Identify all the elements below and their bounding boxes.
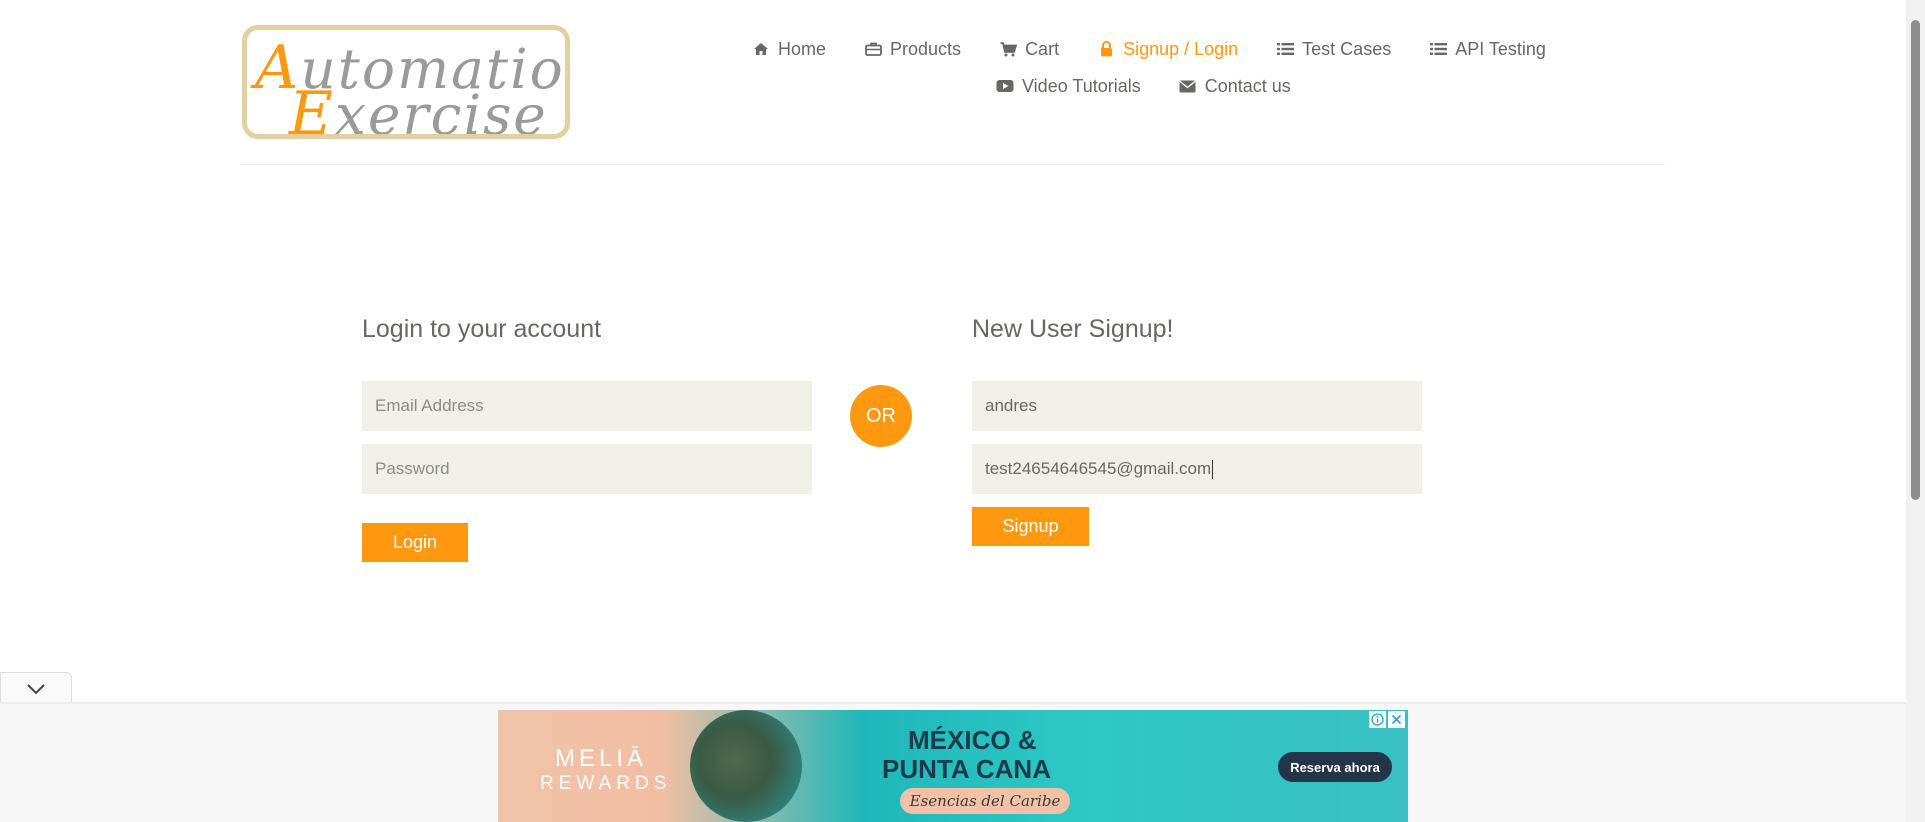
cart-icon <box>999 40 1017 58</box>
ad-close-button[interactable] <box>1388 711 1405 728</box>
secondary-nav: Video Tutorials Contact us <box>996 73 1291 99</box>
login-email-placeholder: Email Address <box>375 396 484 415</box>
ad-tagline: Esencias del Caribe <box>900 788 1070 814</box>
ad-collapse-toggle[interactable] <box>0 672 72 704</box>
briefcase-icon <box>864 40 882 58</box>
nav-contact-us[interactable]: Contact us <box>1179 73 1291 99</box>
ad-headline-1: MÉXICO & <box>908 725 1037 755</box>
or-separator: OR <box>850 385 912 447</box>
logo-line-2: Exercise <box>289 79 548 139</box>
signup-name-input[interactable]: andres <box>972 381 1422 431</box>
nav-signup-login-label: Signup / Login <box>1123 38 1239 59</box>
nav-test-cases-label: Test Cases <box>1302 38 1392 59</box>
signup-email-input[interactable]: test24654646545@gmail.com <box>972 444 1422 494</box>
lock-icon <box>1097 40 1115 58</box>
info-icon <box>1371 713 1384 726</box>
site-logo[interactable]: Automation Exercise <box>242 25 570 139</box>
nav-api-testing[interactable]: API Testing <box>1429 36 1546 62</box>
login-password-input[interactable]: Password <box>362 444 812 494</box>
nav-cart[interactable]: Cart <box>999 36 1059 62</box>
ad-photo <box>690 710 802 822</box>
envelope-icon <box>1179 77 1197 95</box>
signup-button[interactable]: Signup <box>972 507 1089 546</box>
nav-products[interactable]: Products <box>864 36 961 62</box>
login-password-placeholder: Password <box>375 459 450 478</box>
signup-name-value: andres <box>985 396 1037 415</box>
nav-products-label: Products <box>890 38 962 59</box>
nav-video-tutorials-label: Video Tutorials <box>1022 75 1141 96</box>
list-icon <box>1276 40 1294 58</box>
main-nav: Home Products Cart Signup / Login Test C… <box>752 36 1546 62</box>
ad-headline-2: PUNTA CANA <box>882 754 1051 784</box>
nav-cart-label: Cart <box>1025 38 1060 59</box>
signup-email-value: test24654646545@gmail.com <box>985 459 1212 478</box>
youtube-icon <box>996 77 1014 95</box>
login-button[interactable]: Login <box>362 523 468 562</box>
close-icon <box>1391 714 1402 725</box>
ad-info-button[interactable] <box>1369 711 1386 728</box>
ad-brand-name: MELIĀ <box>555 745 648 772</box>
nav-signup-login[interactable]: Signup / Login <box>1097 36 1238 62</box>
chevron-down-icon <box>27 683 45 694</box>
nav-home[interactable]: Home <box>752 36 826 62</box>
login-email-input[interactable]: Email Address <box>362 381 812 431</box>
nav-video-tutorials[interactable]: Video Tutorials <box>996 73 1141 99</box>
home-icon <box>752 40 770 58</box>
nav-api-testing-label: API Testing <box>1455 38 1546 59</box>
scrollbar-thumb[interactable] <box>1911 20 1920 500</box>
text-cursor <box>1212 459 1214 479</box>
list-icon <box>1429 40 1447 58</box>
header-divider <box>240 164 1666 165</box>
nav-contact-us-label: Contact us <box>1204 75 1291 96</box>
nav-home-label: Home <box>778 38 827 59</box>
signup-title: New User Signup! <box>972 315 1174 343</box>
nav-test-cases[interactable]: Test Cases <box>1276 36 1391 62</box>
ad-brand-subtitle: REWARDS <box>540 773 672 794</box>
login-title: Login to your account <box>362 315 602 343</box>
ad-cta-button[interactable]: Reserva ahora <box>1278 752 1392 782</box>
